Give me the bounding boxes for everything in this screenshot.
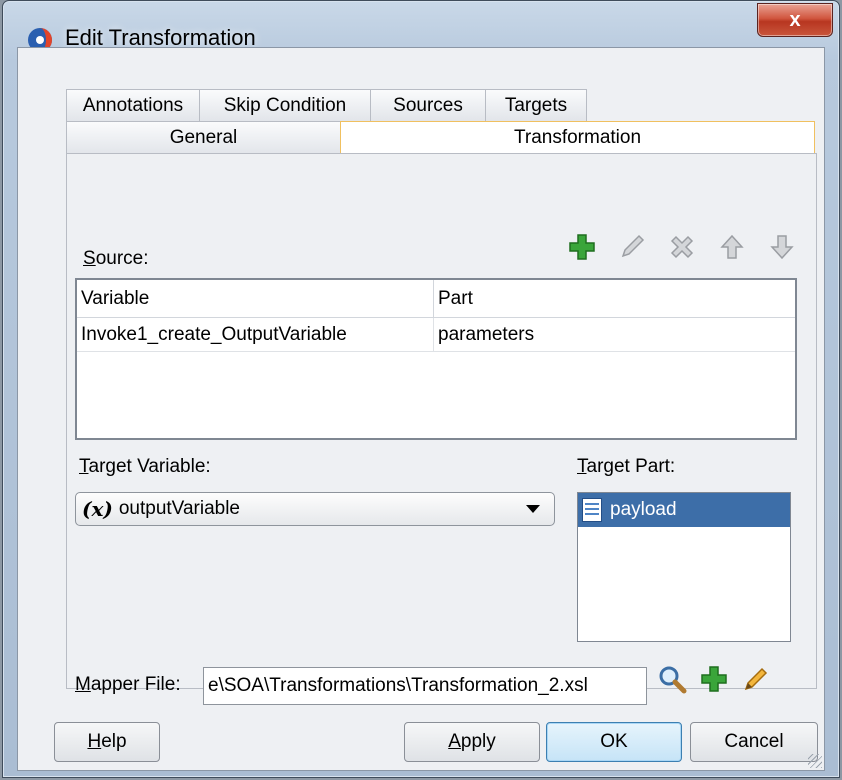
tab-general[interactable]: General xyxy=(66,121,341,154)
source-table[interactable]: Variable Part Invoke1_create_OutputVaria… xyxy=(75,278,797,440)
cancel-button[interactable]: Cancel xyxy=(690,722,818,762)
table-row[interactable]: Invoke1_create_OutputVariable parameters xyxy=(77,318,795,352)
delete-icon[interactable] xyxy=(667,232,697,262)
target-variable-label: Target Variable: xyxy=(79,456,211,477)
tab-annotations[interactable]: Annotations xyxy=(66,89,200,121)
ok-button[interactable]: OK xyxy=(546,722,682,762)
edit-icon[interactable] xyxy=(617,232,647,262)
mapper-file-input[interactable]: e\SOA\Transformations\Transformation_2.x… xyxy=(203,667,647,705)
list-item[interactable]: payload xyxy=(578,493,790,527)
variable-icon: (x) xyxy=(82,497,113,521)
edit-icon[interactable] xyxy=(741,664,771,694)
cell-variable: Invoke1_create_OutputVariable xyxy=(77,318,434,351)
help-button[interactable]: Help xyxy=(54,722,160,762)
tab-row-top: Annotations Skip Condition Sources Targe… xyxy=(66,89,587,121)
document-icon xyxy=(582,498,602,522)
move-down-icon[interactable] xyxy=(767,232,797,262)
add-icon[interactable] xyxy=(567,232,597,262)
apply-button[interactable]: Apply xyxy=(404,722,540,762)
source-label: Source: xyxy=(83,248,149,269)
column-header-variable[interactable]: Variable xyxy=(77,280,434,317)
column-header-part[interactable]: Part xyxy=(434,280,473,317)
move-up-icon[interactable] xyxy=(717,232,747,262)
cell-part: parameters xyxy=(438,324,535,345)
list-item-label: payload xyxy=(610,499,677,520)
dialog-window: Edit Transformation x Annotations Skip C… xyxy=(2,0,840,778)
target-variable-value: outputVariable xyxy=(118,498,240,519)
target-variable-select[interactable]: (x) outputVariable xyxy=(75,492,555,526)
tab-row-bottom: General Transformation xyxy=(66,121,815,154)
mapper-file-label: Mapper File: xyxy=(75,674,181,695)
resize-grip[interactable] xyxy=(808,754,822,768)
tab-targets[interactable]: Targets xyxy=(485,89,587,121)
chevron-down-icon[interactable] xyxy=(526,505,540,513)
close-icon: x xyxy=(789,8,801,31)
tab-skip-condition[interactable]: Skip Condition xyxy=(199,89,371,121)
add-icon[interactable] xyxy=(699,664,729,694)
tab-transformation[interactable]: Transformation xyxy=(340,121,815,154)
table-header: Variable Part xyxy=(77,280,795,318)
source-toolbar xyxy=(567,232,797,264)
tab-sources[interactable]: Sources xyxy=(370,89,486,121)
transformation-panel: Source: Variable Part Invoke1_create_Out… xyxy=(66,153,817,705)
close-button[interactable]: x xyxy=(757,3,833,37)
mapper-toolbar xyxy=(657,664,771,694)
search-icon[interactable] xyxy=(657,664,687,694)
target-part-label: Target Part: xyxy=(577,456,676,477)
dialog-client-area: Annotations Skip Condition Sources Targe… xyxy=(17,47,825,771)
target-part-list[interactable]: payload xyxy=(577,492,791,642)
